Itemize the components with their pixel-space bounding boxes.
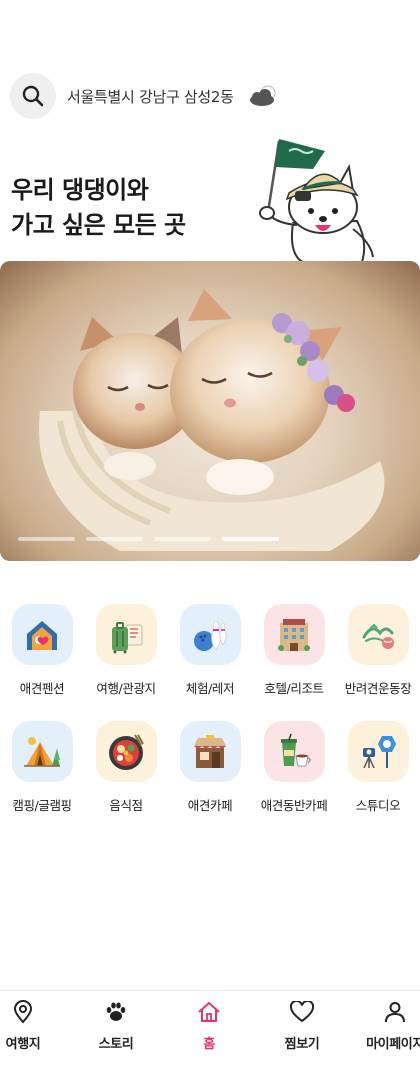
promo-banner-carousel[interactable] (0, 261, 420, 561)
nav-item-favorites[interactable]: 찜보기 (260, 999, 344, 1052)
coffee-cup-icon (263, 721, 325, 782)
nav-label: 찜보기 (284, 1037, 320, 1052)
food-bowl-icon (95, 721, 157, 782)
bowling-icon (179, 604, 241, 665)
home-icon (196, 999, 222, 1025)
hotel-icon (263, 604, 325, 665)
location-pin-icon (10, 999, 36, 1025)
carousel-dot-1[interactable] (18, 537, 75, 541)
mascot-dog-illustration (259, 139, 374, 265)
category-label: 체험/레저 (185, 681, 235, 696)
user-icon (382, 999, 408, 1025)
carousel-indicators (18, 537, 279, 541)
heart-icon (289, 999, 315, 1025)
category-experience-leisure[interactable]: 체험/레저 (168, 604, 252, 697)
cafe-shop-icon (179, 721, 241, 782)
category-label: 캠핑/글램핑 (12, 798, 72, 813)
category-travel[interactable]: 여행/관광지 (84, 604, 168, 697)
category-label: 애견동반카페 (260, 798, 328, 813)
category-label: 음식점 (109, 798, 143, 813)
headline-line-1: 우리 댕댕이와 (11, 176, 149, 204)
current-location[interactable]: 서울특별시 강남구 삼성2동 (67, 86, 234, 107)
search-button[interactable] (10, 73, 56, 119)
category-label: 여행/관광지 (96, 681, 156, 696)
bottom-navigation: 여행지 스토리 홈 찜보기 마이페이지 (0, 990, 420, 1080)
search-bar: 서울특별시 강남구 삼성2동 (10, 73, 410, 119)
category-hotel-resort[interactable]: 호텔/리조트 (252, 604, 336, 697)
nav-item-destinations[interactable]: 여행지 (0, 999, 65, 1052)
nav-label: 여행지 (5, 1037, 41, 1052)
dog-playground-icon (347, 604, 409, 665)
category-pet-friendly-cafe[interactable]: 애견동반카페 (252, 721, 336, 814)
category-pet-pension[interactable]: 애견펜션 (0, 604, 84, 697)
nav-item-story[interactable]: 스토리 (74, 999, 158, 1052)
nav-label: 홈 (203, 1037, 215, 1052)
carousel-dot-2[interactable] (86, 537, 143, 541)
category-studio[interactable]: 스튜디오 (336, 721, 420, 814)
tent-icon (11, 721, 73, 782)
search-icon (22, 85, 44, 107)
carousel-dot-3[interactable] (154, 537, 211, 541)
category-camping[interactable]: 캠핑/글램핑 (0, 721, 84, 814)
category-label: 호텔/리조트 (264, 681, 324, 696)
page-headline: 우리 댕댕이와 가고 싶은 모든 곳 (11, 173, 186, 243)
kittens-photo (39, 289, 385, 551)
category-pet-cafe[interactable]: 애견카페 (168, 721, 252, 814)
nav-item-mypage[interactable]: 마이페이지 (353, 999, 420, 1052)
category-label: 애견카페 (187, 798, 233, 813)
headline-line-2: 가고 싶은 모든 곳 (11, 211, 186, 239)
category-grid: 애견펜션 여행/관광지 체험/레저 호텔/리조트 반려견운동장 캠핑/글램핑 음… (0, 604, 420, 814)
category-label: 반려견운동장 (344, 681, 412, 696)
pension-icon (11, 604, 73, 665)
category-dog-playground[interactable]: 반려견운동장 (336, 604, 420, 697)
weather-cloudy-icon (249, 85, 276, 106)
nav-label: 마이페이지 (366, 1037, 420, 1052)
paw-icon (103, 999, 129, 1025)
luggage-icon (95, 604, 157, 665)
camera-studio-icon (347, 721, 409, 782)
category-label: 스튜디오 (355, 798, 401, 813)
carousel-dot-4[interactable] (222, 537, 279, 541)
category-label: 애견펜션 (19, 681, 65, 696)
nav-item-home[interactable]: 홈 (167, 999, 251, 1052)
category-restaurant[interactable]: 음식점 (84, 721, 168, 814)
nav-label: 스토리 (98, 1037, 134, 1052)
